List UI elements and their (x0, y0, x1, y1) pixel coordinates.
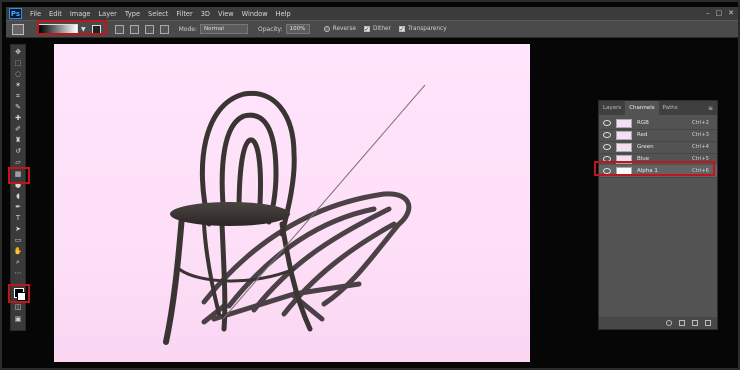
gradient-drag-line (222, 84, 426, 320)
channels-panel: Layers Channels Paths ≡ RGB Ctrl+2 Red C… (598, 100, 718, 330)
menu-file[interactable]: File (30, 10, 41, 18)
reverse-label: Reverse (332, 26, 356, 32)
chair-image (163, 84, 426, 345)
tab-channels[interactable]: Channels (625, 101, 659, 115)
dither-checkbox[interactable]: ✓ (363, 26, 370, 33)
menu-3d[interactable]: 3D (201, 10, 210, 18)
maximize-button[interactable]: □ (716, 9, 723, 18)
new-channel-icon[interactable] (692, 320, 698, 326)
channel-shortcut: Ctrl+2 (692, 120, 709, 126)
transparency-checkbox[interactable]: ✓ (398, 26, 405, 33)
menu-layer[interactable]: Layer (98, 10, 116, 18)
chair-seat (170, 202, 290, 226)
eraser-icon[interactable]: ▱ (13, 158, 23, 167)
pen-icon[interactable]: ✒ (13, 203, 23, 212)
eye-icon[interactable] (603, 144, 611, 150)
color-swatch-highlight (8, 284, 30, 303)
channel-thumbnail (616, 142, 632, 152)
history-brush-icon[interactable]: ↺ (13, 147, 23, 156)
load-selection-icon[interactable] (666, 320, 672, 326)
lasso-icon[interactable]: ◌ (13, 70, 23, 79)
channel-thumbnail (616, 130, 632, 140)
panel-menu-icon[interactable]: ≡ (708, 105, 713, 112)
type-icon[interactable]: T (13, 214, 23, 223)
channel-shortcut: Ctrl+4 (692, 144, 709, 150)
crop-icon[interactable]: ⌗ (13, 92, 23, 101)
eye-icon[interactable] (603, 132, 611, 138)
channel-name: RGB (637, 120, 649, 126)
angle-gradient-button[interactable] (129, 24, 139, 34)
menu-window[interactable]: Window (242, 10, 268, 18)
brush-icon[interactable]: ✐ (13, 125, 23, 134)
eye-icon[interactable] (603, 120, 611, 126)
diamond-gradient-button[interactable] (159, 24, 169, 34)
menu-edit[interactable]: Edit (49, 10, 62, 18)
marquee-icon[interactable]: ⬚ (13, 59, 23, 68)
more-tools-icon[interactable]: ⋯ (13, 269, 23, 278)
minimize-button[interactable]: – (706, 9, 710, 18)
hand-icon[interactable]: ✋ (13, 247, 23, 256)
reflected-gradient-button[interactable] (144, 24, 154, 34)
tool-preset-picker[interactable] (12, 23, 24, 35)
channel-name: Green (637, 144, 654, 150)
photoshop-logo: Ps (9, 8, 22, 19)
menu-image[interactable]: Image (70, 10, 91, 18)
mode-label: Mode: (178, 25, 197, 33)
menu-bar: Ps File Edit Image Layer Type Select Fil… (6, 7, 738, 20)
eyedropper-icon[interactable]: ✎ (13, 103, 23, 112)
channel-name: Red (637, 132, 648, 138)
tab-paths[interactable]: Paths (659, 101, 682, 115)
gradient-picker-highlight (37, 20, 107, 35)
gradient-tool-highlight (8, 167, 30, 184)
alpha-channel-highlight (594, 161, 715, 176)
opacity-label: Opacity: (258, 25, 283, 33)
close-button[interactable]: ✕ (728, 9, 734, 18)
menu-filter[interactable]: Filter (176, 10, 192, 18)
tab-layers[interactable]: Layers (599, 101, 625, 115)
dither-label: Dither (372, 26, 391, 32)
channel-thumbnail (616, 118, 632, 128)
clone-stamp-icon[interactable]: ♜ (13, 136, 23, 145)
zoom-icon[interactable]: ⌕ (13, 258, 23, 267)
menu-type[interactable]: Type (125, 10, 140, 18)
path-selection-icon[interactable]: ➤ (13, 225, 23, 234)
save-selection-icon[interactable] (679, 320, 685, 326)
transparency-label: Transparency (407, 26, 447, 32)
screen-mode-icon[interactable]: ▣ (13, 315, 23, 324)
channel-shortcut: Ctrl+3 (692, 132, 709, 138)
menu-help[interactable]: Help (276, 10, 291, 18)
quick-mask-icon[interactable]: ◫ (13, 303, 23, 312)
panel-tabs: Layers Channels Paths (599, 101, 717, 115)
trash-icon[interactable] (705, 320, 711, 326)
options-bar: ▼ Mode: Normal Opacity: 100% Reverse ✓ D… (6, 20, 738, 38)
app-window: Ps File Edit Image Layer Type Select Fil… (0, 0, 740, 370)
healing-brush-icon[interactable]: ✚ (13, 114, 23, 123)
dodge-icon[interactable]: ◖ (13, 192, 23, 201)
menu-view[interactable]: View (218, 10, 234, 18)
magic-wand-icon[interactable]: ✶ (13, 81, 23, 90)
menu-select[interactable]: Select (148, 10, 168, 18)
mode-select[interactable]: Normal (200, 24, 248, 34)
reverse-checkbox[interactable] (323, 26, 330, 32)
opacity-input[interactable]: 100% (285, 24, 310, 34)
panel-footer (599, 317, 717, 329)
shape-icon[interactable]: ▭ (13, 236, 23, 245)
radial-gradient-button[interactable] (114, 24, 124, 34)
window-controls: – □ ✕ (706, 9, 734, 18)
document-canvas[interactable] (54, 44, 530, 362)
move-icon[interactable]: ✥ (13, 48, 23, 57)
